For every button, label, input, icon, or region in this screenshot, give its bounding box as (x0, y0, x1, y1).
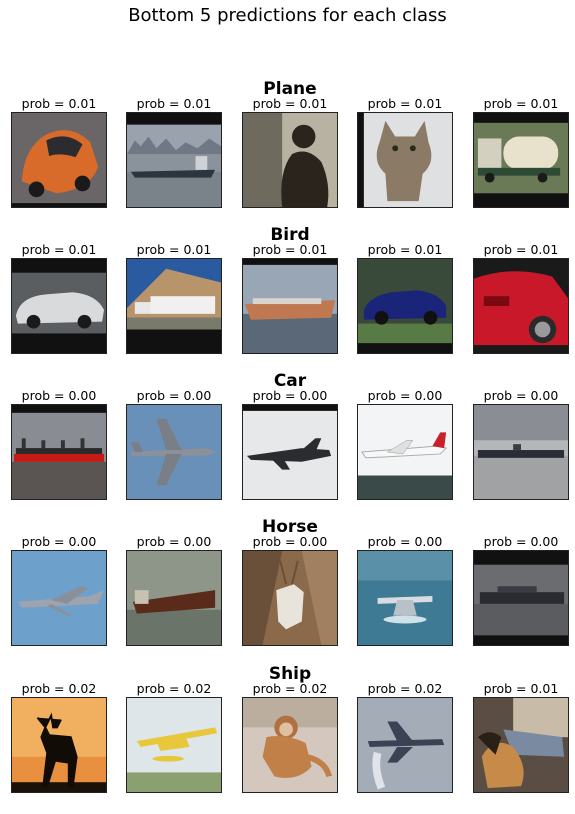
thumbnail-image (126, 404, 222, 500)
thumbnail-image (11, 697, 107, 793)
prob-label: prob = 0.01 (252, 96, 328, 111)
thumbnail-image (473, 697, 569, 793)
prob-label: prob = 0.02 (21, 681, 97, 696)
thumbnail-image (11, 550, 107, 646)
prob-label: prob = 0.00 (483, 534, 559, 549)
thumbnail-image (242, 550, 338, 646)
thumbnail-image (473, 404, 569, 500)
prob-label: prob = 0.00 (136, 388, 212, 403)
thumbnail-image (126, 697, 222, 793)
figure-title: Bottom 5 predictions for each class (128, 5, 447, 26)
prob-label: prob = 0.00 (252, 534, 328, 549)
thumbnail-image (11, 112, 107, 208)
prob-label: prob = 0.01 (136, 96, 212, 111)
thumbnail-image (242, 697, 338, 793)
prob-label: prob = 0.01 (367, 242, 443, 257)
thumbnail-image (357, 404, 453, 500)
thumbnail-image (357, 258, 453, 354)
prob-label: prob = 0.01 (136, 242, 212, 257)
thumbnail-image (11, 404, 107, 500)
prob-label: prob = 0.00 (21, 388, 97, 403)
thumbnail-image (126, 550, 222, 646)
prob-label: prob = 0.00 (252, 388, 328, 403)
thumbnail-image (357, 112, 453, 208)
thumbnail-image (357, 550, 453, 646)
thumbnail-image (11, 258, 107, 354)
prob-label: prob = 0.01 (483, 681, 559, 696)
prob-label: prob = 0.00 (483, 388, 559, 403)
prob-label: prob = 0.01 (483, 242, 559, 257)
prob-label: prob = 0.02 (136, 681, 212, 696)
prob-label: prob = 0.02 (252, 681, 328, 696)
prob-label: prob = 0.00 (367, 534, 443, 549)
prob-label: prob = 0.01 (21, 96, 97, 111)
prob-label: prob = 0.00 (21, 534, 97, 549)
thumbnail-image (242, 258, 338, 354)
thumbnail-image (242, 112, 338, 208)
thumbnail-image (126, 258, 222, 354)
prob-label: prob = 0.02 (367, 681, 443, 696)
prob-label: prob = 0.01 (483, 96, 559, 111)
thumbnail-image (126, 112, 222, 208)
prob-label: prob = 0.01 (367, 96, 443, 111)
prob-label: prob = 0.01 (252, 242, 328, 257)
thumbnail-image (473, 258, 569, 354)
thumbnail-image (357, 697, 453, 793)
thumbnail-image (473, 550, 569, 646)
thumbnail-image (473, 112, 569, 208)
thumbnail-image (242, 404, 338, 500)
prob-label: prob = 0.01 (21, 242, 97, 257)
prob-label: prob = 0.00 (136, 534, 212, 549)
prob-label: prob = 0.00 (367, 388, 443, 403)
